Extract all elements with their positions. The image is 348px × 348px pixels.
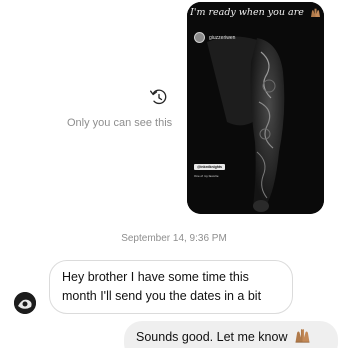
- outgoing-message-text: Sounds good. Let me know: [136, 330, 288, 344]
- story-sticker-text: One of my favorite: [194, 174, 219, 178]
- story-username: giuzzeriwen: [209, 34, 236, 41]
- sender-avatar[interactable]: [14, 292, 36, 314]
- sender-avatar-image: [14, 292, 36, 314]
- only-you-can-see-label: Only you can see this: [67, 117, 173, 129]
- incoming-message-text: Hey brother I have some time this month …: [62, 270, 262, 303]
- story-sticker-title: @inkedknights: [194, 164, 225, 170]
- story-thumbnail[interactable]: I'm ready when you are giuzzeriwen @inke…: [187, 2, 324, 214]
- story-caption: I'm ready when you are: [187, 7, 324, 18]
- reply-arrow-icon: [150, 89, 167, 105]
- story-avatar: [194, 32, 205, 43]
- story-sticker: @inkedknights One of my favorite: [194, 155, 228, 178]
- outgoing-message-bubble[interactable]: Sounds good. Let me know: [124, 321, 338, 348]
- raising-hands-icon: [295, 329, 310, 343]
- incoming-message-bubble[interactable]: Hey brother I have some time this month …: [49, 260, 293, 314]
- raising-hands-icon: [310, 8, 320, 17]
- story-user: giuzzeriwen: [194, 32, 235, 43]
- story-caption-text: I'm ready when you are: [190, 7, 304, 18]
- dm-thread-screen: I'm ready when you are giuzzeriwen @inke…: [0, 0, 348, 348]
- message-timestamp: September 14, 9:36 PM: [121, 233, 227, 244]
